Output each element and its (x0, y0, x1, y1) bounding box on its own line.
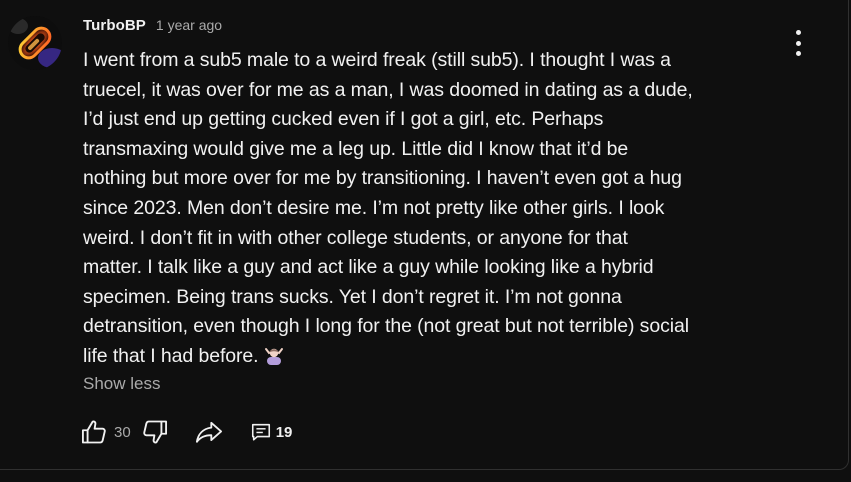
kebab-dot (795, 51, 801, 56)
reply-count: 19 (275, 423, 293, 441)
replies-button[interactable]: 19 (250, 421, 293, 443)
comment-card: TurboBP 1 year ago I went from a sub5 ma… (0, 0, 849, 470)
comment-body: I went from a sub5 male to a weird freak… (83, 46, 783, 375)
comment-bubble-icon (251, 423, 270, 441)
avatar[interactable] (8, 16, 62, 70)
person-shrugging-emoji (263, 343, 285, 375)
dislike-button[interactable] (139, 417, 171, 447)
comment-text: I went from a sub5 male to a weird freak… (83, 49, 693, 367)
author-name[interactable]: TurboBP (83, 17, 146, 34)
like-button[interactable] (78, 417, 110, 447)
share-button[interactable] (193, 417, 225, 447)
share-arrow-icon (195, 421, 222, 443)
more-vertical-icon[interactable] (786, 30, 810, 56)
thumbs-up-icon (81, 420, 106, 444)
comment-header: TurboBP 1 year ago (83, 17, 222, 34)
thumbs-down-icon (142, 420, 167, 444)
comment-timestamp[interactable]: 1 year ago (156, 17, 222, 33)
kebab-dot (795, 40, 801, 46)
kebab-dot (795, 30, 801, 35)
comment-actions: 30 19 (78, 417, 292, 447)
avatar-image (8, 16, 62, 70)
show-less-link[interactable]: Show less (83, 374, 160, 394)
like-count: 30 (114, 423, 131, 441)
